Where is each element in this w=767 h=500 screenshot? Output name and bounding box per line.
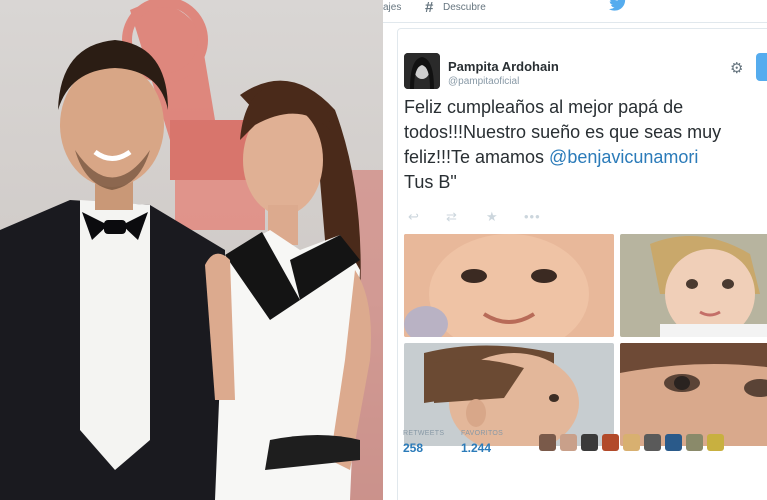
follow-button[interactable] [756,53,767,81]
tweet-card: Pampita Ardohain @pampitaoficial ⚙ Feliz… [397,28,767,500]
favoriter-avatar[interactable] [581,434,598,451]
twitter-bird-icon[interactable] [609,0,627,16]
nav-messages-label[interactable]: ajes [383,2,401,13]
couple-photo [0,0,383,500]
retweets-label: RETWEETS [403,430,445,437]
tweet-text: Feliz cumpleaños al mejor papá de todos!… [404,95,767,195]
gear-icon[interactable]: ⚙ [730,59,743,77]
tweet-mention-link[interactable]: @benjavicunamori [549,147,698,167]
more-icon[interactable]: ••• [524,209,541,224]
favoriter-avatar[interactable] [623,434,640,451]
hash-icon[interactable]: # [425,0,433,16]
favoriter-avatar[interactable] [602,434,619,451]
favoriter-avatar[interactable] [707,434,724,451]
author-name[interactable]: Pampita Ardohain [448,59,559,74]
tweet-screenshot: ajes # Descubre Pampita Ardohain @pampit… [383,0,767,500]
reply-icon[interactable]: ↩ [408,209,419,225]
favoriter-avatar[interactable] [644,434,661,451]
baby-photo[interactable] [404,234,614,337]
favoriter-avatar[interactable] [539,434,556,451]
favorite-icon[interactable]: ★ [486,209,498,225]
child-closeup-photo[interactable] [620,343,767,446]
tweet-photo-grid [404,234,767,446]
retweet-icon[interactable]: ⇄ [446,209,457,225]
favoriter-avatar[interactable] [560,434,577,451]
favoriter-avatar[interactable] [665,434,682,451]
couple-photo-illustration [0,0,383,500]
favorites-count[interactable]: 1.244 [461,441,491,455]
favorites-label: FAVORITOS [461,430,504,437]
avatar[interactable] [404,53,440,89]
toddler-photo[interactable] [620,234,767,337]
tweet-text-end: Tus B" [404,172,457,192]
author-handle[interactable]: @pampitaoficial [448,76,519,87]
retweets-count[interactable]: 258 [403,441,423,455]
nav-discover-label[interactable]: Descubre [443,2,486,13]
favoriter-avatar[interactable] [686,434,703,451]
twitter-top-bar: ajes # Descubre [383,0,767,23]
